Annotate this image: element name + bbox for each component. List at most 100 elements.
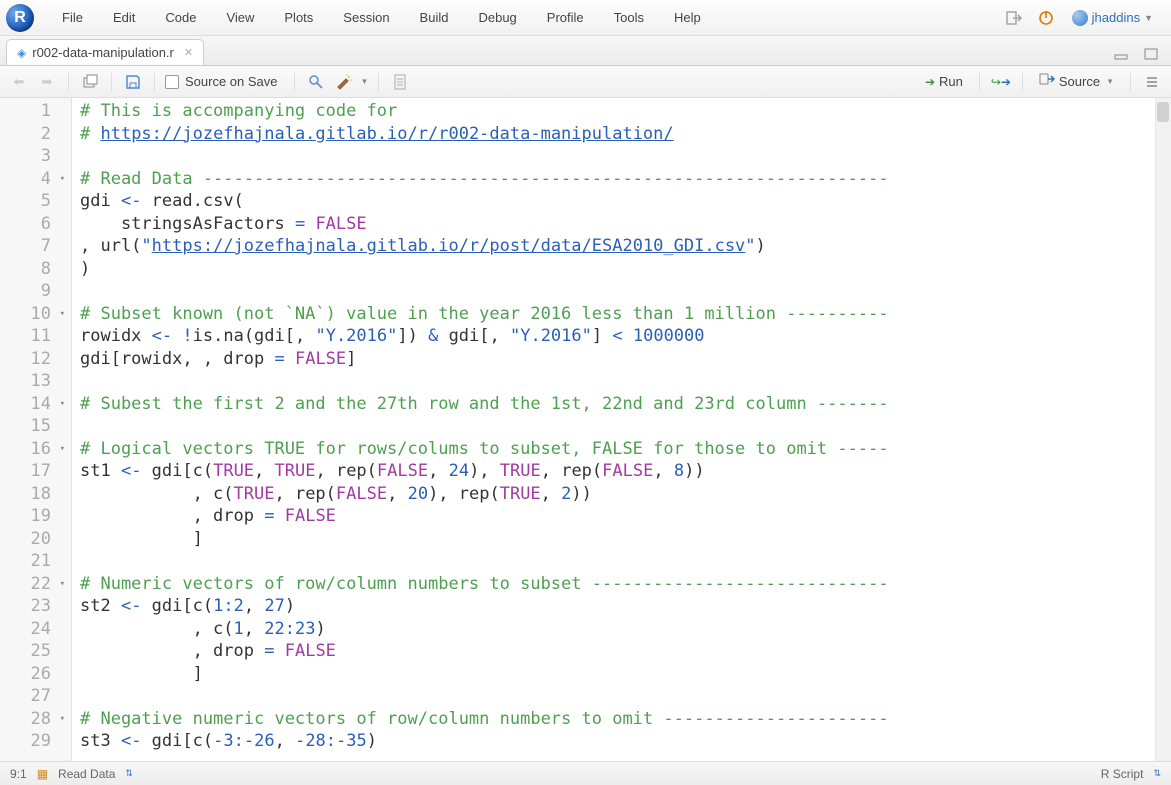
code-tools-icon[interactable] — [333, 71, 355, 93]
menu-code[interactable]: Code — [151, 6, 210, 29]
menu-help[interactable]: Help — [660, 6, 715, 29]
line-number: 16▾ — [0, 438, 65, 461]
code-line: ) — [80, 258, 1171, 281]
menubar: R File Edit Code View Plots Session Buil… — [0, 0, 1171, 36]
chevron-down-icon[interactable]: ▼ — [361, 77, 369, 86]
compile-report-icon[interactable] — [389, 71, 411, 93]
line-gutter: 1234▾5678910▾11121314▾1516▾171819202122▾… — [0, 98, 72, 761]
code-line: ] — [80, 528, 1171, 551]
menu-tools[interactable]: Tools — [600, 6, 658, 29]
scrollbar-thumb[interactable] — [1157, 102, 1169, 122]
tab-bar: ◈ r002-data-manipulation.r ✕ — [0, 36, 1171, 66]
find-icon[interactable] — [305, 71, 327, 93]
menu-build[interactable]: Build — [406, 6, 463, 29]
line-number: 7 — [0, 235, 65, 258]
menu-edit[interactable]: Edit — [99, 6, 149, 29]
line-number: 21 — [0, 550, 65, 573]
line-number: 29 — [0, 730, 65, 753]
section-name[interactable]: Read Data — [58, 767, 115, 781]
run-arrow-icon: ➔ — [925, 75, 935, 89]
rstudio-logo: R — [6, 4, 34, 32]
code-line: # Logical vectors TRUE for rows/colums t… — [80, 438, 1171, 461]
scrollbar-track[interactable] — [1155, 98, 1171, 761]
menu-view[interactable]: View — [212, 6, 268, 29]
code-line: # Read Data ----------------------------… — [80, 168, 1171, 191]
code-line: st2 <- gdi[c(1:2, 27) — [80, 595, 1171, 618]
code-line — [80, 280, 1171, 303]
menu-profile[interactable]: Profile — [533, 6, 598, 29]
code-line: gdi <- read.csv( — [80, 190, 1171, 213]
code-line: stringsAsFactors = FALSE — [80, 213, 1171, 236]
power-icon[interactable] — [1034, 6, 1058, 30]
rerun-icon[interactable]: ↪➔ — [990, 71, 1012, 93]
line-number: 27 — [0, 685, 65, 708]
line-number: 28▾ — [0, 708, 65, 731]
line-number: 3 — [0, 145, 65, 168]
line-number: 5 — [0, 190, 65, 213]
menu-debug[interactable]: Debug — [464, 6, 530, 29]
line-number: 6 — [0, 213, 65, 236]
file-type[interactable]: R Script — [1101, 767, 1144, 781]
fold-toggle-icon[interactable]: ▾ — [55, 303, 65, 326]
line-number: 1 — [0, 100, 65, 123]
chevron-down-icon: ▼ — [1106, 77, 1114, 86]
code-line — [80, 145, 1171, 168]
code-line: gdi[rowidx, , drop = FALSE] — [80, 348, 1171, 371]
show-in-new-window-icon[interactable] — [79, 71, 101, 93]
fold-toggle-icon[interactable]: ▾ — [55, 168, 65, 191]
avatar-icon — [1072, 10, 1088, 26]
run-label: Run — [939, 74, 963, 89]
line-number: 17 — [0, 460, 65, 483]
cursor-position: 9:1 — [10, 767, 27, 781]
back-icon[interactable]: ⬅ — [8, 71, 30, 93]
source-arrow-icon — [1039, 73, 1055, 90]
maximize-pane-icon[interactable] — [1139, 42, 1163, 66]
source-on-save-checkbox[interactable] — [165, 75, 179, 89]
fold-toggle-icon[interactable]: ▾ — [55, 573, 65, 596]
code-line: # Negative numeric vectors of row/column… — [80, 708, 1171, 731]
line-number: 9 — [0, 280, 65, 303]
forward-icon[interactable]: ➡ — [36, 71, 58, 93]
line-number: 2 — [0, 123, 65, 146]
code-line: # This is accompanying code for — [80, 100, 1171, 123]
code-line: ] — [80, 663, 1171, 686]
code-line — [80, 415, 1171, 438]
code-line: # https://jozefhajnala.gitlab.io/r/r002-… — [80, 123, 1171, 146]
line-number: 24 — [0, 618, 65, 641]
exit-icon[interactable] — [1002, 6, 1026, 30]
fold-toggle-icon[interactable]: ▾ — [55, 438, 65, 461]
code-line: , drop = FALSE — [80, 640, 1171, 663]
code-line — [80, 685, 1171, 708]
user-name: jhaddins — [1092, 10, 1140, 25]
section-indicator-icon: ▦ — [37, 767, 48, 781]
line-number: 8 — [0, 258, 65, 281]
code-area[interactable]: # This is accompanying code for# https:/… — [72, 98, 1171, 761]
run-button[interactable]: ➔ Run — [919, 72, 969, 91]
line-number: 4▾ — [0, 168, 65, 191]
fold-toggle-icon[interactable]: ▾ — [55, 708, 65, 731]
line-number: 13 — [0, 370, 65, 393]
save-icon[interactable] — [122, 71, 144, 93]
line-number: 26 — [0, 663, 65, 686]
minimize-pane-icon[interactable] — [1109, 42, 1133, 66]
tab-filename: r002-data-manipulation.r — [32, 45, 174, 60]
close-tab-icon[interactable]: ✕ — [184, 46, 193, 59]
line-number: 11 — [0, 325, 65, 348]
line-number: 15 — [0, 415, 65, 438]
chevron-down-icon: ▼ — [1144, 13, 1153, 23]
line-number: 14▾ — [0, 393, 65, 416]
outline-icon[interactable] — [1141, 71, 1163, 93]
menu-file[interactable]: File — [48, 6, 97, 29]
user-menu[interactable]: jhaddins ▼ — [1066, 8, 1159, 28]
menu-plots[interactable]: Plots — [270, 6, 327, 29]
fold-toggle-icon[interactable]: ▾ — [55, 393, 65, 416]
code-line — [80, 370, 1171, 393]
editor-toolbar: ⬅ ➡ Source on Save ▼ ➔ Run ↪➔ Source ▼ — [0, 66, 1171, 98]
code-line: # Numeric vectors of row/column numbers … — [80, 573, 1171, 596]
sort-icon: ⇅ — [125, 768, 133, 779]
menu-session[interactable]: Session — [329, 6, 403, 29]
status-bar: 9:1 ▦ Read Data ⇅ R Script ⇅ — [0, 761, 1171, 785]
editor-tab[interactable]: ◈ r002-data-manipulation.r ✕ — [6, 39, 204, 65]
source-button[interactable]: Source ▼ — [1033, 71, 1120, 92]
editor[interactable]: 1234▾5678910▾11121314▾1516▾171819202122▾… — [0, 98, 1171, 761]
